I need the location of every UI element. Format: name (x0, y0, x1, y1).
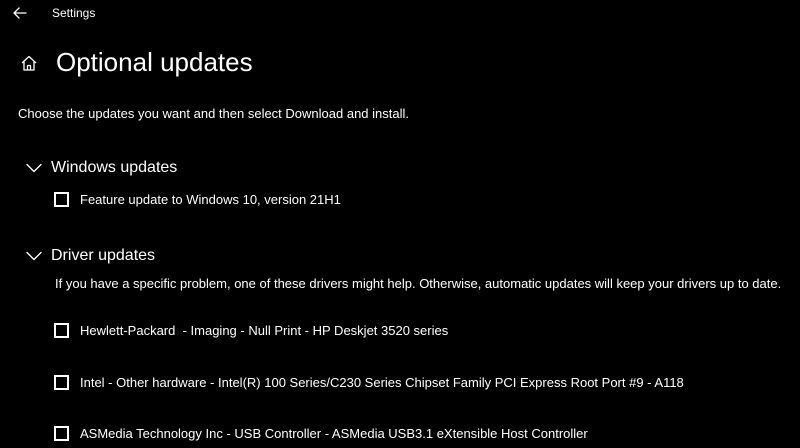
driver-updates-header: Driver updates (51, 247, 156, 264)
home-button[interactable] (18, 52, 40, 74)
driver-update-label: Intel - Other hardware - Intel(R) 100 Se… (80, 374, 684, 390)
driver-update-checkbox[interactable] (54, 374, 69, 390)
back-button[interactable] (10, 4, 30, 22)
windows-updates-toggle[interactable]: Windows updates (24, 157, 177, 179)
driver-update-checkbox[interactable] (54, 425, 69, 441)
driver-updates-description: If you have a specific problem, one of t… (55, 276, 782, 291)
windows-update-item[interactable]: Feature update to Windows 10, version 21… (54, 189, 341, 209)
chevron-down-icon (24, 249, 44, 263)
driver-update-checkbox[interactable] (54, 322, 69, 338)
page-title: Optional updates (56, 47, 253, 77)
chevron-down-icon (24, 161, 44, 175)
window-title: Settings (52, 6, 96, 20)
home-icon (21, 55, 37, 71)
back-arrow-icon (13, 7, 27, 19)
windows-update-checkbox[interactable] (54, 191, 69, 207)
driver-update-label: ASMedia Technology Inc - USB Controller … (80, 425, 588, 441)
intro-text: Choose the updates you want and then sel… (18, 106, 409, 121)
title-bar: Settings (0, 0, 800, 28)
driver-update-item[interactable]: ASMedia Technology Inc - USB Controller … (54, 423, 588, 443)
driver-update-label: Hewlett-Packard - Imaging - Null Print -… (80, 322, 449, 338)
driver-update-item[interactable]: Intel - Other hardware - Intel(R) 100 Se… (54, 372, 684, 392)
driver-updates-toggle[interactable]: Driver updates (24, 245, 155, 267)
driver-update-item[interactable]: Hewlett-Packard - Imaging - Null Print -… (54, 320, 448, 340)
windows-update-label: Feature update to Windows 10, version 21… (80, 191, 341, 207)
windows-updates-header: Windows updates (51, 159, 178, 176)
